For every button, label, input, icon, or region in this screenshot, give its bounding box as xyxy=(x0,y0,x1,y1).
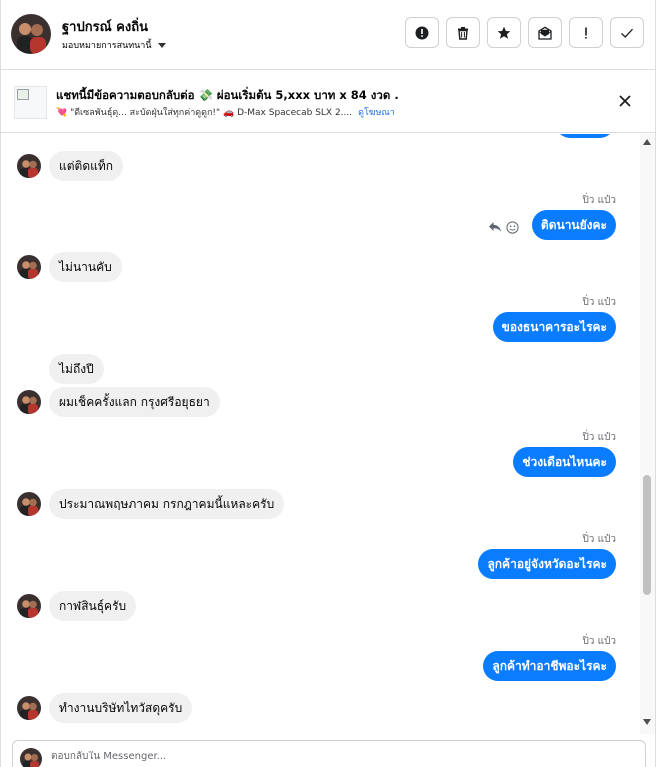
star-icon xyxy=(497,26,511,39)
assign-dropdown[interactable]: มอบหมายการสนทนานี้ xyxy=(62,38,166,52)
done-button[interactable] xyxy=(610,17,644,48)
contact-name[interactable]: ฐาปกรณ์ คงถิ่น xyxy=(62,16,148,37)
scroll-down-arrow[interactable] xyxy=(643,719,651,725)
message-text: ผมเช็คครั้งแลก กรุงศรีอยุธยา xyxy=(49,387,220,417)
message-text: ไม่นานคับ xyxy=(49,252,122,282)
ad-description: 💘 "ดีเซลพันธุ์ดุ... สะบัดฝุ่นใส่ทุกค่าดู… xyxy=(56,108,353,118)
message-bubble-partial xyxy=(556,134,614,138)
spam-button[interactable] xyxy=(569,17,603,48)
reply-input[interactable] xyxy=(51,751,611,762)
contact-avatar[interactable] xyxy=(11,14,51,54)
reply-box[interactable] xyxy=(12,740,646,767)
contact-avatar-small[interactable] xyxy=(17,492,41,516)
outgoing-message[interactable]: ช่วงเดือนไหนคะ xyxy=(513,447,616,477)
alert-circle-icon xyxy=(415,26,429,39)
delete-button[interactable] xyxy=(446,17,480,48)
sender-name: ปิ่ว แป๋ว xyxy=(582,432,616,443)
trash-icon xyxy=(458,26,468,40)
ad-context-banner: แชทนี้มีข้อความตอบกลับต่อ 💸 ผ่อนเริ่มต้น… xyxy=(0,71,655,133)
close-icon[interactable] xyxy=(617,93,633,109)
scrollbar-track[interactable] xyxy=(640,134,655,734)
message-text: ไม่ถึงปี xyxy=(49,354,104,384)
conversation-header: ฐาปกรณ์ คงถิ่น มอบหมายการสนทนานี้ xyxy=(0,0,655,70)
incoming-message[interactable]: แต่ติดแท็ก xyxy=(49,151,124,181)
scroll-up-arrow[interactable] xyxy=(643,139,651,145)
caret-down-icon xyxy=(157,42,166,48)
sender-name: ปิ่ว แป๋ว xyxy=(582,297,616,308)
outgoing-message[interactable]: ลูกค้าทำอาชีพอะไรคะ xyxy=(483,651,616,681)
report-button[interactable] xyxy=(405,17,439,48)
message-text: ประมาณพฤษภาคม กรกฎาคมนี้แหละครับ xyxy=(49,489,285,519)
ad-thumbnail[interactable] xyxy=(14,86,47,119)
reply-icon[interactable] xyxy=(488,221,502,233)
ad-title: แชทนี้มีข้อความตอบกลับต่อ 💸 ผ่อนเริ่มต้น… xyxy=(56,88,399,102)
sender-name: ปิ่ว แป๋ว xyxy=(582,636,616,647)
incoming-message[interactable]: กาฬสินธุ์ครับ xyxy=(49,591,137,621)
incoming-message[interactable]: ไม่ถึงปี xyxy=(49,354,104,384)
exclamation-icon xyxy=(585,27,587,39)
ad-subtitle: 💘 "ดีเซลพันธุ์ดุ... สะบัดฝุ่นใส่ทุกค่าดู… xyxy=(56,105,395,119)
message-text: กาฬสินธุ์ครับ xyxy=(49,591,137,621)
contact-avatar-small[interactable] xyxy=(17,154,41,178)
message-text: ทำงานบริษัทไทวัสดุครับ xyxy=(49,693,193,723)
contact-avatar-small[interactable] xyxy=(17,255,41,279)
contact-avatar-small[interactable] xyxy=(17,594,41,618)
message-text: แต่ติดแท็ก xyxy=(49,151,124,181)
check-icon xyxy=(621,28,633,38)
page-avatar xyxy=(20,748,42,767)
incoming-message[interactable]: ไม่นานคับ xyxy=(49,252,122,282)
react-icon[interactable] xyxy=(506,221,519,234)
header-actions xyxy=(405,17,644,48)
view-ad-link[interactable]: ดูโฆษณา xyxy=(358,108,395,118)
sender-name: ปิ่ว แป๋ว xyxy=(582,534,616,545)
mark-unread-button[interactable] xyxy=(528,17,562,48)
contact-avatar-small[interactable] xyxy=(17,390,41,414)
assign-label: มอบหมายการสนทนานี้ xyxy=(62,41,152,51)
scrollbar-thumb[interactable] xyxy=(643,475,651,595)
mail-open-icon xyxy=(538,26,552,40)
star-button[interactable] xyxy=(487,17,521,48)
sender-name: ปิ่ว แป๋ว xyxy=(582,195,616,206)
message-list[interactable]: แต่ติดแท็ก ปิ่ว แป๋ว ติดนานยังคะ ไม่นานคับป… xyxy=(0,134,640,734)
outgoing-message[interactable]: ของธนาคารอะไรคะ xyxy=(492,312,616,342)
outgoing-message[interactable]: ลูกค้าอยู่จังหวัดอะไรคะ xyxy=(478,549,616,579)
incoming-message[interactable]: ทำงานบริษัทไทวัสดุครับ xyxy=(49,693,193,723)
incoming-message[interactable]: ผมเช็คครั้งแลก กรุงศรีอยุธยา xyxy=(49,387,220,417)
message-hover-actions xyxy=(488,221,519,234)
outgoing-message[interactable]: ติดนานยังคะ xyxy=(531,210,616,240)
contact-avatar-small[interactable] xyxy=(17,696,41,720)
incoming-message[interactable]: ประมาณพฤษภาคม กรกฎาคมนี้แหละครับ xyxy=(49,489,285,519)
